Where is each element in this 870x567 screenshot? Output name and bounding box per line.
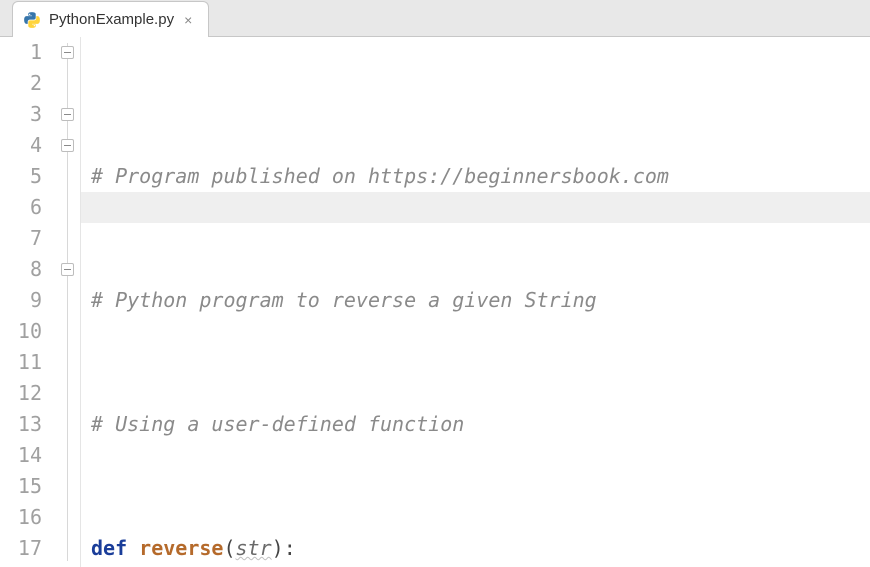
close-tab-button[interactable]: × [182, 12, 194, 28]
line-number: 3 [0, 99, 42, 130]
current-line-highlight [81, 192, 870, 223]
line-number: 16 [0, 502, 42, 533]
line-number: 10 [0, 316, 42, 347]
line-number: 8 [0, 254, 42, 285]
fold-toggle[interactable] [61, 46, 74, 59]
code-line: # Using a user-defined function [91, 409, 870, 440]
code-line: # Program published on https://beginners… [91, 161, 870, 192]
fold-gutter [56, 37, 81, 567]
editor-tab[interactable]: PythonExample.py × [12, 1, 209, 37]
line-number: 13 [0, 409, 42, 440]
line-number-gutter: 1 2 3 4 5 6 7 8 9 10 11 12 13 14 15 16 1… [0, 37, 56, 567]
line-number: 17 [0, 533, 42, 564]
line-number: 9 [0, 285, 42, 316]
line-number: 7 [0, 223, 42, 254]
code-line: def reverse(str): [91, 533, 870, 564]
line-number: 11 [0, 347, 42, 378]
fold-toggle[interactable] [61, 108, 74, 121]
fold-toggle[interactable] [61, 139, 74, 152]
code-editor[interactable]: 1 2 3 4 5 6 7 8 9 10 11 12 13 14 15 16 1… [0, 37, 870, 567]
line-number: 6 [0, 192, 42, 223]
line-number: 12 [0, 378, 42, 409]
fold-toggle[interactable] [61, 263, 74, 276]
line-number: 15 [0, 471, 42, 502]
line-number: 2 [0, 68, 42, 99]
line-number: 1 [0, 37, 42, 68]
line-number: 14 [0, 440, 42, 471]
line-number: 4 [0, 130, 42, 161]
code-area[interactable]: # Program published on https://beginners… [81, 37, 870, 567]
tab-filename: PythonExample.py [49, 11, 174, 28]
code-line: # Python program to reverse a given Stri… [91, 285, 870, 316]
line-number: 5 [0, 161, 42, 192]
tab-bar: PythonExample.py × [0, 0, 870, 37]
python-file-icon [23, 11, 41, 29]
